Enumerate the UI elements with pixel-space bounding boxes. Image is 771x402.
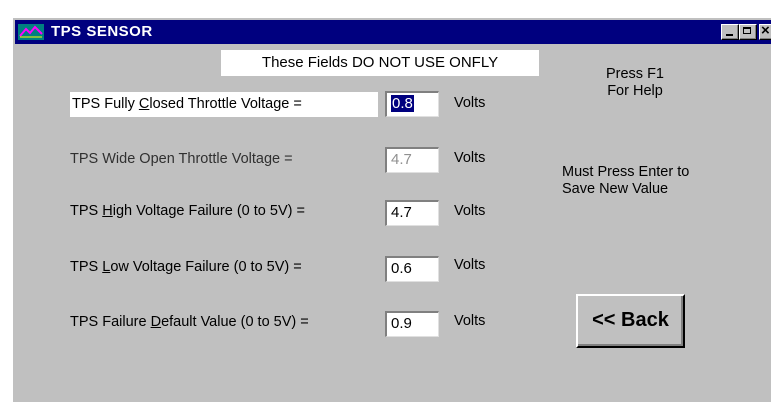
label-text: TPS [70, 259, 103, 275]
tps-sensor-window: TPS SENSOR × These Fields DO NOT USE ONF… [13, 18, 771, 402]
unit-label: Volts [454, 313, 486, 329]
closed-throttle-voltage-input[interactable]: 0.8 [385, 91, 439, 117]
help-line: For Help [607, 83, 663, 99]
maximize-icon [743, 27, 751, 34]
label-accel-key: C [138, 96, 150, 112]
close-button[interactable]: × [759, 22, 771, 40]
onfly-warning-note: These Fields DO NOT USE ONFLY [221, 50, 539, 76]
failure-default-value-label: TPS Failure Default Value (0 to 5V) = [70, 314, 309, 330]
minimize-icon [726, 34, 733, 36]
label-text: TPS Wide Open Throttle Voltage = [70, 151, 293, 167]
enter-hint: Must Press Enter to Save New Value [562, 164, 732, 198]
label-text: efault Value (0 to 5V) = [161, 314, 309, 330]
window-title: TPS SENSOR [51, 23, 153, 40]
back-button[interactable]: << Back [576, 294, 685, 348]
low-voltage-failure-input[interactable]: 0.6 [385, 256, 439, 282]
label-text: igh Voltage Failure (0 to 5V) = [112, 203, 305, 219]
maximize-button[interactable] [739, 24, 757, 40]
hint-line: Save New Value [562, 181, 669, 197]
close-icon: × [761, 22, 770, 39]
label-text: TPS Fully [72, 96, 139, 112]
unit-label: Volts [454, 257, 486, 273]
label-text: ow Voltage Failure (0 to 5V) = [110, 259, 302, 275]
unit-label: Volts [454, 150, 486, 166]
help-hint: Press F1 For Help [603, 66, 667, 100]
unit-label: Volts [454, 95, 486, 111]
label-accel-key: H [102, 203, 113, 219]
high-voltage-failure-input[interactable]: 4.7 [385, 200, 439, 226]
unit-label: Volts [454, 203, 486, 219]
wide-open-throttle-voltage-label: TPS Wide Open Throttle Voltage = [70, 151, 293, 167]
hint-line: Must Press Enter to [562, 164, 690, 180]
app-icon[interactable] [18, 24, 44, 40]
wide-open-throttle-voltage-input[interactable]: 4.7 [385, 147, 439, 173]
label-text: TPS [70, 203, 103, 219]
minimize-button[interactable] [721, 24, 739, 40]
help-line: Press F1 [605, 66, 664, 82]
label-accel-key: D [150, 314, 162, 330]
label-text: TPS Failure [70, 314, 151, 330]
selected-value: 0.8 [391, 95, 414, 112]
high-voltage-failure-label: TPS High Voltage Failure (0 to 5V) = [70, 203, 305, 219]
title-bar[interactable]: TPS SENSOR × [15, 20, 771, 44]
closed-throttle-voltage-label: TPS Fully Closed Throttle Voltage = [70, 92, 378, 117]
low-voltage-failure-label: TPS Low Voltage Failure (0 to 5V) = [70, 259, 302, 275]
label-text: losed Throttle Voltage = [149, 96, 302, 112]
failure-default-value-input[interactable]: 0.9 [385, 311, 439, 337]
